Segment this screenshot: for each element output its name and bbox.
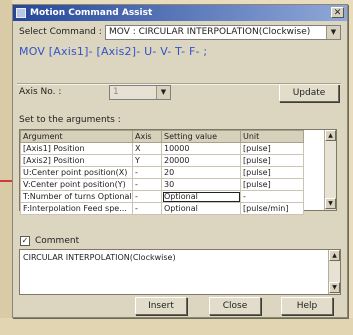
select-command-dropdown[interactable]: MOV : CIRCULAR INTERPOLATION(Clockwise) … xyxy=(105,25,341,40)
table-row[interactable]: F:Interpolation Feed spe... - Optional [… xyxy=(20,202,304,215)
chevron-down-icon[interactable]: ▼ xyxy=(326,26,340,39)
divider xyxy=(17,83,341,85)
table-row[interactable]: U:Center point position(X) - 20 [pulse] xyxy=(20,166,304,179)
command-syntax: MOV [Axis1]- [Axis2]- U- V- T- F- ; xyxy=(19,45,208,58)
app-icon xyxy=(16,8,26,18)
comment-label: Comment xyxy=(35,236,80,246)
background-strip xyxy=(0,318,353,335)
table-row[interactable]: [Axis2] Position Y 20000 [pulse] xyxy=(20,154,304,167)
close-button[interactable]: Close xyxy=(209,297,261,315)
background-panel xyxy=(0,0,12,335)
setting-value-editor[interactable]: Optional xyxy=(161,190,241,203)
column-header-unit[interactable]: Unit xyxy=(240,130,304,143)
axis-no-label: Axis No. : xyxy=(19,87,62,97)
scroll-up-icon[interactable]: ▲ xyxy=(329,250,340,261)
setting-value-cell[interactable]: Optional xyxy=(161,202,241,215)
argument-cell: U:Center point position(X) xyxy=(20,166,133,179)
close-icon[interactable]: ✕ xyxy=(331,7,344,18)
axis-no-dropdown[interactable]: 1 ▼ xyxy=(109,85,171,100)
axis-cell: - xyxy=(132,202,162,215)
comment-textarea[interactable]: CIRCULAR INTERPOLATION(Clockwise) ▲ ▼ xyxy=(19,249,341,295)
column-header-argument[interactable]: Argument xyxy=(20,130,133,143)
table-row[interactable]: [Axis1] Position X 10000 [pulse] xyxy=(20,142,304,155)
unit-cell: [pulse/min] xyxy=(240,202,304,215)
table-header-row: Argument Axis Setting value Unit xyxy=(20,130,304,143)
window-title: Motion Command Assist xyxy=(30,8,153,18)
unit-cell: [pulse] xyxy=(240,142,304,155)
axis-no-value: 1 xyxy=(113,87,119,97)
argument-cell: V:Center point position(Y) xyxy=(20,178,133,191)
unit-cell: - xyxy=(240,190,304,203)
argument-cell: [Axis2] Position xyxy=(20,154,133,167)
select-command-label: Select Command : xyxy=(19,27,102,37)
argument-cell: F:Interpolation Feed spe... xyxy=(20,202,133,215)
unit-cell: [pulse] xyxy=(240,178,304,191)
setting-value-cell[interactable]: 20000 xyxy=(161,154,241,167)
comment-checkbox[interactable]: ✓ xyxy=(20,236,30,246)
unit-cell: [pulse] xyxy=(240,166,304,179)
setting-value-cell[interactable]: 10000 xyxy=(161,142,241,155)
scroll-up-icon[interactable]: ▲ xyxy=(325,130,336,141)
axis-cell: - xyxy=(132,178,162,191)
column-header-setting-value[interactable]: Setting value xyxy=(161,130,241,143)
argument-cell: T:Number of turns Optional xyxy=(20,190,133,203)
table-row[interactable]: V:Center point position(Y) - 30 [pulse] xyxy=(20,178,304,191)
help-button[interactable]: Help xyxy=(281,297,333,315)
comment-text: CIRCULAR INTERPOLATION(Clockwise) xyxy=(23,253,176,262)
scroll-down-icon[interactable]: ▼ xyxy=(325,198,336,209)
setting-value-cell[interactable]: 20 xyxy=(161,166,241,179)
axis-cell: - xyxy=(132,166,162,179)
axis-cell: Y xyxy=(132,154,162,167)
axis-cell: - xyxy=(132,190,162,203)
column-header-axis[interactable]: Axis xyxy=(132,130,162,143)
setting-value-cell[interactable]: 30 xyxy=(161,178,241,191)
table-scrollbar[interactable]: ▲ ▼ xyxy=(324,130,336,210)
table-row[interactable]: T:Number of turns Optional - Optional - xyxy=(20,190,304,203)
scroll-down-icon[interactable]: ▼ xyxy=(329,282,340,293)
unit-cell: [pulse] xyxy=(240,154,304,167)
insert-button[interactable]: Insert xyxy=(135,297,187,315)
arguments-table: Argument Axis Setting value Unit [Axis1]… xyxy=(20,130,304,215)
comment-scrollbar[interactable]: ▲ ▼ xyxy=(328,250,340,294)
title-bar[interactable]: Motion Command Assist ✕ xyxy=(13,5,347,21)
arguments-label: Set to the arguments : xyxy=(19,115,121,125)
motion-command-assist-dialog: Motion Command Assist ✕ Select Command :… xyxy=(12,4,348,318)
update-button[interactable]: Update xyxy=(279,84,339,102)
axis-cell: X xyxy=(132,142,162,155)
select-command-value: MOV : CIRCULAR INTERPOLATION(Clockwise) xyxy=(109,27,311,37)
argument-cell: [Axis1] Position xyxy=(20,142,133,155)
chevron-down-icon[interactable]: ▼ xyxy=(156,86,170,99)
